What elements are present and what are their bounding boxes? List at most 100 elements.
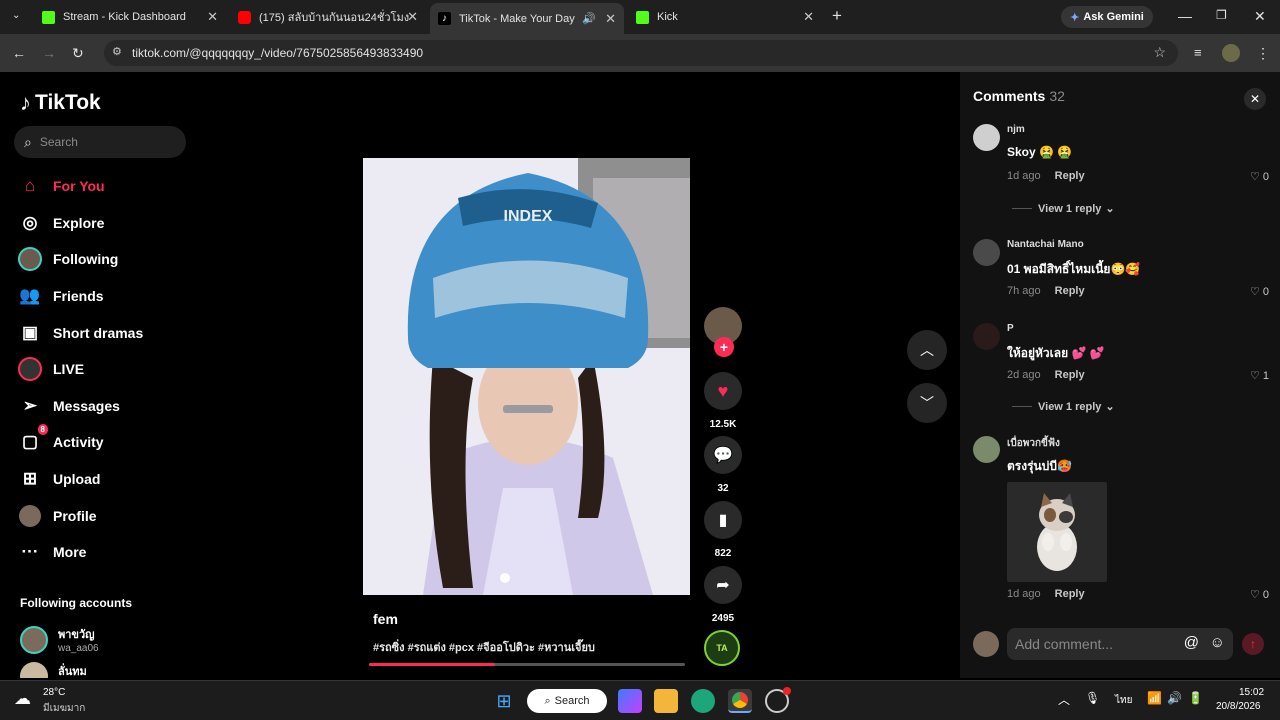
nav-profile[interactable]: Profile (18, 502, 97, 530)
video-hashtags[interactable]: #รถซิ่ง #รถแต่ง #pcx #จีออโปดิวะ #หวานเจ… (373, 638, 595, 656)
reload-button[interactable]: ↻ (72, 45, 84, 62)
share-button[interactable]: ➦ 2495 (704, 566, 742, 624)
new-tab-button[interactable]: + (832, 6, 842, 26)
next-video-button[interactable]: ﹀ (907, 383, 947, 423)
omnibox[interactable]: ⚙ tiktok.com/@qqqqqqqy_/video/7675025856… (104, 40, 1178, 66)
bookmark-icon: ▮ (704, 501, 742, 539)
nav-activity[interactable]: ▢ 8 Activity (18, 424, 104, 456)
comment-user[interactable]: P (1007, 323, 1014, 334)
tab-search-icon[interactable]: ≡ (1194, 45, 1202, 60)
following-account[interactable]: พาขวัญ wa_aa06 (20, 625, 99, 654)
nav-label: Activity (53, 434, 104, 450)
nav-friends[interactable]: 👥 Friends (18, 282, 103, 310)
close-window-button[interactable]: ✕ (1254, 8, 1266, 25)
mention-icon[interactable]: @ (1184, 634, 1199, 651)
reply-button[interactable]: Reply (1055, 170, 1085, 182)
nav-more[interactable]: ··· More (18, 538, 87, 566)
like-button[interactable]: ♥ 12.5K (704, 372, 742, 430)
comment-like-button[interactable]: ♡ 1 (1250, 369, 1269, 382)
follow-plus-icon[interactable]: + (714, 337, 734, 357)
nav-upload[interactable]: ⊞ Upload (18, 465, 101, 493)
save-button[interactable]: ▮ 822 (704, 501, 742, 559)
profile-avatar-icon[interactable] (1222, 44, 1240, 62)
video-progress-bar[interactable] (369, 663, 685, 666)
forward-button[interactable]: → (42, 45, 56, 61)
send-comment-button[interactable]: ↑ (1242, 633, 1264, 655)
view-replies-button[interactable]: View 1 reply ⌄ (1012, 400, 1115, 413)
clock-date[interactable]: 20/8/2026 (1216, 701, 1261, 712)
url-text[interactable]: tiktok.com/@qqqqqqqy_/video/767502585649… (132, 46, 423, 60)
microphone-icon[interactable]: 🎙 (1085, 691, 1100, 705)
nav-short-dramas[interactable]: ▣ Short dramas (18, 319, 143, 347)
comment-text: 01 พอมีสิทธิ์ไหมเนี้ย😳🥰 (1007, 262, 1141, 276)
chrome-icon[interactable] (728, 689, 752, 713)
bookmark-star-icon[interactable]: ☆ (1153, 44, 1166, 61)
tab-close-icon[interactable]: ✕ (803, 9, 814, 25)
chevron-up-icon[interactable]: ︿ (1058, 691, 1070, 708)
weather-temp[interactable]: 28°C (43, 687, 65, 698)
obs-icon[interactable] (765, 687, 791, 713)
restore-button[interactable]: ❐ (1216, 8, 1227, 22)
tab-close-icon[interactable]: ✕ (407, 9, 418, 25)
tab-close-icon[interactable]: ✕ (605, 11, 616, 27)
comment-like-button[interactable]: ♡ 0 (1250, 170, 1269, 183)
file-explorer-icon[interactable] (654, 689, 678, 713)
comment-button[interactable]: 💬 32 (704, 436, 742, 494)
reply-button[interactable]: Reply (1055, 285, 1085, 297)
nav-following[interactable]: Following (18, 245, 118, 273)
close-comments-button[interactable]: ✕ (1244, 88, 1266, 110)
windows-start-icon[interactable]: ⊞ (492, 689, 516, 713)
emoji-icon[interactable]: ☺ (1210, 634, 1225, 651)
clock-time[interactable]: 15:02 (1239, 687, 1264, 698)
menu-icon[interactable]: ⋮ (1256, 45, 1270, 62)
nav-live[interactable]: LIVE (18, 355, 84, 383)
search-input[interactable]: ⌕ Search (14, 126, 186, 158)
reply-button[interactable]: Reply (1055, 369, 1085, 381)
music-disc[interactable]: TA (704, 630, 742, 666)
video-player[interactable]: INDEX (363, 158, 690, 595)
comment-input[interactable]: Add comment... @ ☺ (1007, 628, 1233, 660)
browser-tab-bar: ⌄ Stream - Kick Dashboard ✕ (175) สลับบ้… (0, 0, 1280, 34)
view-replies-button[interactable]: View 1 reply ⌄ (1012, 202, 1115, 215)
tiktok-logo[interactable]: ♪ TikTok (20, 90, 101, 116)
tab-kick-dashboard[interactable]: Stream - Kick Dashboard ✕ (34, 4, 226, 30)
speaker-icon[interactable]: 🔊 (582, 12, 596, 25)
comment-user[interactable]: njm (1007, 124, 1025, 135)
nav-messages[interactable]: ➢ Messages (18, 392, 120, 420)
avatar[interactable] (973, 124, 1000, 151)
ask-gemini-button[interactable]: ✦ Ask Gemini (1061, 6, 1153, 28)
tab-kick[interactable]: Kick ✕ (628, 4, 822, 30)
previous-video-button[interactable]: ︿ (907, 330, 947, 370)
nav-for-you[interactable]: ⌂ For You (18, 172, 105, 200)
wifi-icon[interactable]: 📶 (1147, 691, 1162, 705)
volume-icon[interactable]: 🔊 (1167, 691, 1182, 705)
comment-composer: Add comment... @ ☺ ↑ (960, 624, 1280, 668)
tab-youtube[interactable]: (175) สลับบ้านกันนอน24ชั่วโมง บ้าน ✕ (230, 4, 426, 30)
minimize-button[interactable]: — (1178, 8, 1192, 24)
chevron-down-icon: ⌄ (1105, 203, 1115, 215)
nav-explore[interactable]: ◎ Explore (18, 209, 105, 237)
battery-icon[interactable]: 🔋 (1188, 691, 1203, 705)
avatar[interactable] (973, 323, 1000, 350)
tiktok-icon: ♪ (438, 12, 451, 25)
reply-button[interactable]: Reply (1055, 588, 1085, 600)
following-account[interactable]: ลั่นทม (20, 662, 87, 678)
edge-icon[interactable] (691, 689, 715, 713)
weather-icon[interactable]: ☁ (14, 689, 31, 709)
avatar[interactable] (973, 239, 1000, 266)
comment-user[interactable]: เบื่อพวกขี้ฟ้ง (1007, 436, 1060, 451)
tab-close-icon[interactable]: ✕ (207, 9, 218, 25)
back-button[interactable]: ← (12, 45, 26, 61)
creator-avatar[interactable]: + (704, 307, 742, 357)
comment-like-button[interactable]: ♡ 0 (1250, 588, 1269, 601)
comment-user[interactable]: Nantachai Mano (1007, 239, 1084, 250)
site-info-icon[interactable]: ⚙ (112, 45, 122, 58)
input-language[interactable]: ไทย (1115, 693, 1132, 708)
copilot-icon[interactable] (618, 689, 642, 713)
comment-like-button[interactable]: ♡ 0 (1250, 285, 1269, 298)
tab-search-chevron-icon[interactable]: ⌄ (12, 10, 20, 21)
taskbar-search[interactable]: ⌕ Search (527, 689, 607, 713)
tab-tiktok[interactable]: ♪ TikTok - Make Your Day 🔊 ✕ (430, 3, 624, 34)
avatar[interactable] (973, 436, 1000, 463)
account-name: พาขวัญ (58, 629, 95, 641)
